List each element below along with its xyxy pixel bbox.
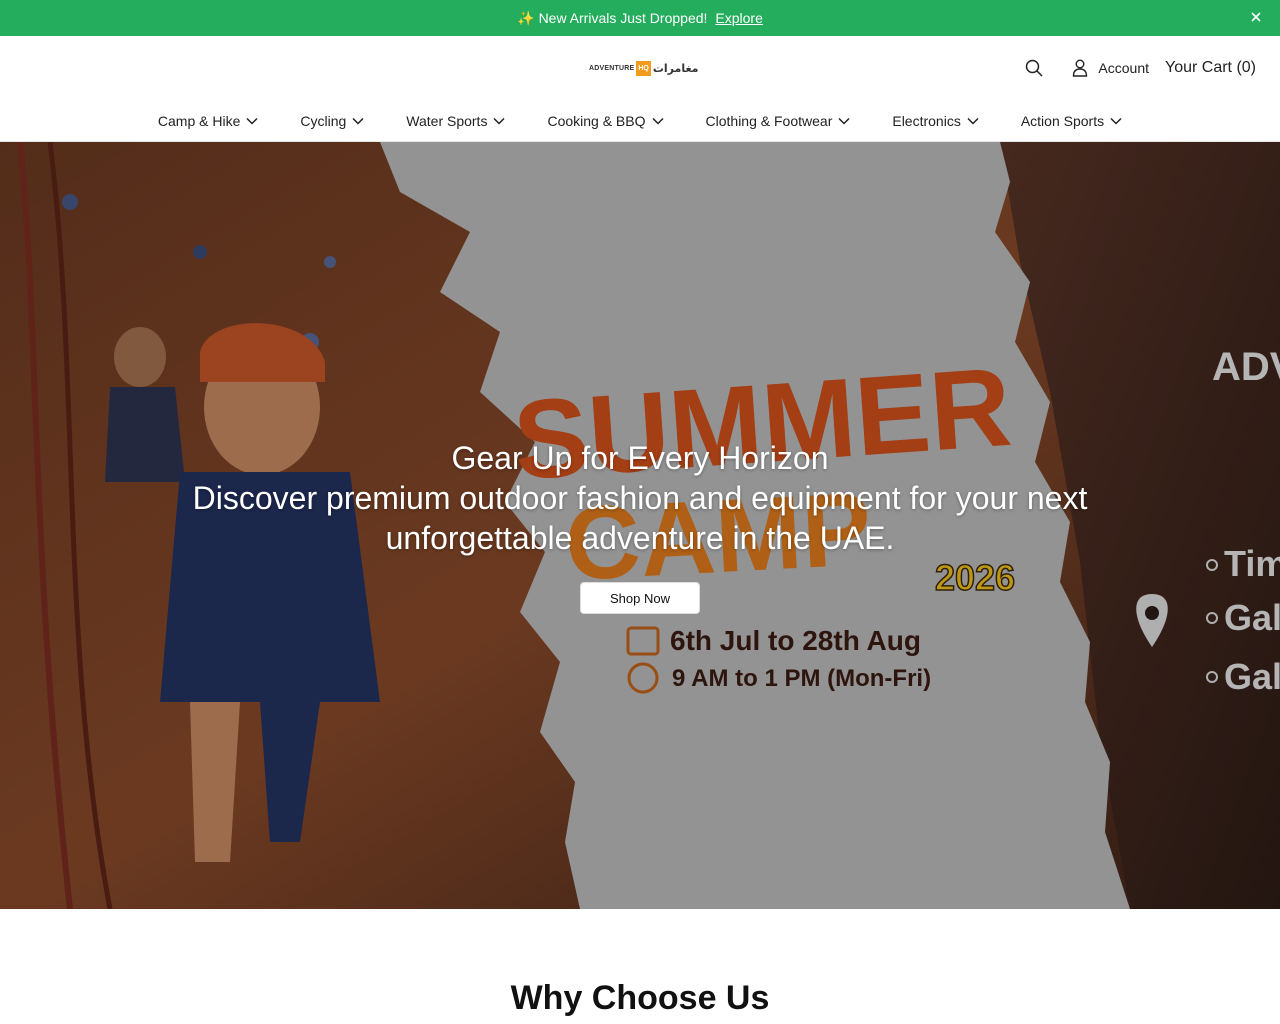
nav-item-label: Camp & Hike (157, 113, 241, 129)
account-label: Account (1098, 60, 1149, 76)
nav-item-label: Action Sports (1020, 113, 1105, 129)
account-link[interactable]: Account (1070, 58, 1149, 78)
chevron-down-icon (1110, 117, 1122, 125)
nav-item-label: Cooking & BBQ (547, 113, 646, 129)
search-icon[interactable] (1024, 58, 1044, 78)
site-header: ADVENTURE HQ مغامرات Account Your Cart (… (0, 36, 1280, 142)
nav-item-action-sports[interactable]: Action Sports (1021, 110, 1122, 132)
nav-item-label: Electronics (892, 113, 961, 129)
chevron-down-icon (493, 117, 505, 125)
sparkle-icon: ✨ (517, 9, 535, 26)
nav-item-label: Water Sports (406, 113, 488, 129)
chevron-down-icon (967, 117, 979, 125)
nav-item-cycling[interactable]: Cycling (300, 110, 364, 132)
chevron-down-icon (838, 117, 850, 125)
nav-item-water-sports[interactable]: Water Sports (406, 110, 505, 132)
site-logo[interactable]: ADVENTURE HQ مغامرات (589, 58, 699, 78)
hero-banner: SUMMER CAMP 2026 6th Jul to 28th Aug 9 A… (0, 142, 1280, 909)
user-icon (1070, 58, 1090, 78)
hero-title: Gear Up for Every Horizon (451, 440, 829, 476)
chevron-down-icon (651, 117, 664, 125)
logo-text-en: ADVENTURE (589, 64, 635, 72)
logo-text-ar: مغامرات (652, 62, 699, 75)
nav-item-camp-hike[interactable]: Camp & Hike (158, 110, 258, 132)
shop-now-button[interactable]: Shop Now (580, 582, 700, 614)
explore-link[interactable]: Explore (715, 10, 762, 26)
main-nav: Camp & Hike Cycling Water Sports Cooking & … (0, 110, 1280, 132)
announcement-bar: ✨ New Arrivals Just Dropped! Explore (0, 0, 1280, 36)
announcement-text: New Arrivals Just Dropped! (538, 10, 708, 26)
nav-item-label: Cycling (300, 113, 347, 129)
nav-item-clothing-footwear[interactable]: Clothing & Footwear (706, 110, 851, 132)
close-icon[interactable] (1248, 9, 1264, 25)
cart-link[interactable]: Your Cart (0) (1165, 59, 1256, 77)
nav-item-electronics[interactable]: Electronics (892, 110, 979, 132)
chevron-down-icon (352, 117, 364, 125)
nav-item-label: Clothing & Footwear (705, 113, 833, 129)
logo-badge: HQ (636, 60, 651, 76)
hero-subtitle: Discover premium outdoor fashion and equ… (192, 480, 1088, 556)
section-title: Why Choose Us (510, 979, 770, 1017)
header-actions: Account Your Cart (0) (1024, 56, 1256, 80)
chevron-down-icon (246, 117, 258, 125)
nav-item-cooking-bbq[interactable]: Cooking & BBQ (547, 110, 664, 132)
